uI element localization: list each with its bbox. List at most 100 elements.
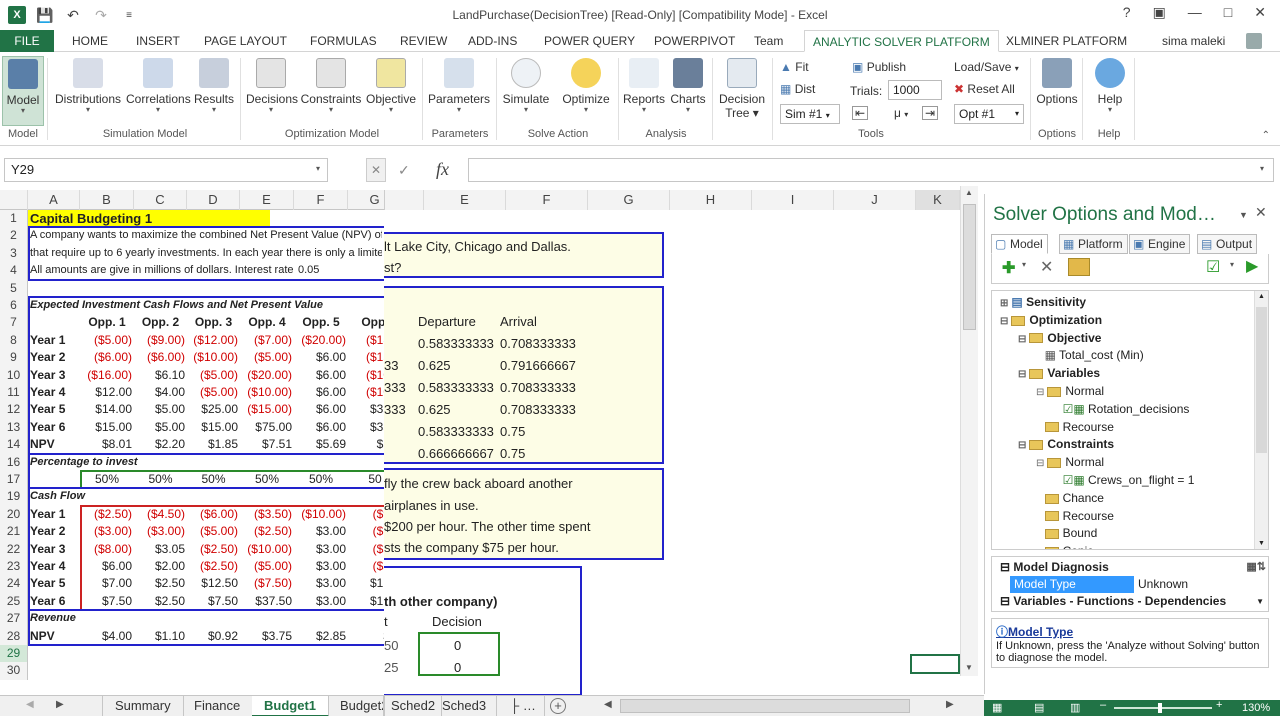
expand-icon[interactable]: ⊟ (1018, 369, 1026, 380)
column-header[interactable]: H (670, 190, 752, 210)
dist-button[interactable]: ▦ Dist (780, 82, 815, 96)
row-header[interactable]: 29 (0, 645, 28, 663)
arrival-cell[interactable]: 0.75 (500, 446, 525, 461)
delete-icon[interactable]: ✕ (1040, 257, 1053, 277)
pane-tab-platform[interactable]: ▦ Platform (1059, 234, 1128, 254)
zoom-in-icon[interactable]: + (1216, 699, 1222, 711)
tab-powerpivot[interactable]: POWERPIVOT (646, 30, 743, 52)
column-header[interactable]: E (424, 190, 506, 210)
hscroll-right-icon[interactable]: ▶ (946, 699, 954, 710)
row-header[interactable]: 2 (0, 227, 28, 245)
departure-cell[interactable]: 0.625 (418, 402, 451, 417)
scroll-down-icon[interactable]: ▼ (1258, 540, 1265, 547)
model-diagnosis-header[interactable]: ⊟ Model Diagnosis ▦⇅ (1000, 559, 1270, 576)
decision-value[interactable]: 0 (454, 660, 461, 675)
row-header[interactable]: 20 (0, 505, 28, 524)
optimize-button[interactable]: Optimize ▾ (560, 56, 612, 126)
formula-input[interactable] (468, 158, 1274, 182)
chevron-down-icon[interactable]: ▾ (316, 164, 320, 173)
tab-xlminer-platform[interactable]: XLMINER PLATFORM (998, 30, 1135, 52)
arrival-cell[interactable]: 0.708333333 (500, 336, 576, 351)
refresh-model-icon[interactable] (1068, 258, 1090, 276)
worksheet-budget1[interactable]: A B C D E F G 1 2 3 4 5 6 7 8 9 10 11 12 13 14 16 17 19 2… (0, 190, 384, 695)
expand-icon[interactable]: ⊞ (1000, 298, 1008, 309)
row-header[interactable]: 4 (0, 262, 28, 280)
tree-node[interactable]: ☑▦ Rotation_decisions (1054, 402, 1190, 416)
expand-icon[interactable] (1036, 351, 1042, 362)
cancel-icon[interactable]: ✕ (366, 158, 386, 182)
row-header[interactable]: 16 (0, 453, 28, 471)
row-header[interactable]: 30 (0, 662, 28, 680)
zoom-slider[interactable] (1114, 707, 1212, 709)
tab-power-query[interactable]: POWER QUERY (536, 30, 643, 52)
reset-all-button[interactable]: ✖ Reset All (954, 82, 1015, 96)
normal-view-icon[interactable]: ▦ (992, 701, 1002, 714)
expand-icon[interactable] (1054, 405, 1060, 416)
expand-icon[interactable] (1054, 476, 1060, 487)
column-header[interactable]: C (134, 190, 187, 210)
tree-node[interactable]: ⊟ Normal (1036, 455, 1104, 469)
row-header[interactable]: 23 (0, 558, 28, 576)
column-header[interactable]: G (348, 190, 384, 210)
pane-tab-model[interactable]: ▢ Model (991, 234, 1048, 254)
avatar[interactable] (1246, 33, 1262, 49)
departure-cell[interactable]: 0.583333333 (418, 380, 494, 395)
tree-node[interactable]: ⊟ Normal (1036, 384, 1104, 398)
sheet-tab-finance[interactable]: Finance (182, 696, 254, 716)
departure-cell[interactable]: 0.666666667 (418, 446, 494, 461)
tab-scroll-right-icon[interactable]: ▶ (56, 699, 64, 710)
chevron-down-icon[interactable]: ▾ (1230, 260, 1234, 269)
departure-cell[interactable]: 0.625 (418, 358, 451, 373)
tree-node[interactable]: ⊞ ▤ Sensitivity (1000, 295, 1086, 309)
sheet-title[interactable]: Capital Budgeting 1 (28, 210, 270, 228)
objective-button[interactable]: Objective ▾ (366, 56, 416, 126)
decision-tree-button[interactable]: Decision Tree ▾ (716, 56, 768, 126)
sheet-tab-summary[interactable]: Summary (102, 696, 184, 716)
scroll-thumb[interactable] (1256, 307, 1267, 453)
row-header[interactable]: 22 (0, 540, 28, 558)
tree-node[interactable]: ⊟ Objective (1018, 331, 1101, 345)
scroll-up-icon[interactable]: ▲ (1258, 293, 1265, 300)
zoom-slider-thumb[interactable] (1158, 703, 1162, 713)
expand-icon[interactable]: ⊟ (1018, 440, 1026, 451)
tab-formulas[interactable]: FORMULAS (302, 30, 385, 52)
vertical-scrollbar[interactable]: ▲ ▼ (960, 186, 978, 676)
pane-tab-engine[interactable]: ▣ Engine (1129, 234, 1191, 254)
row-header[interactable]: 21 (0, 523, 28, 541)
tab-add-ins[interactable]: ADD-INS (460, 30, 525, 52)
row-header[interactable]: 1 (0, 210, 28, 228)
row-header[interactable]: 9 (0, 349, 28, 367)
zoom-out-icon[interactable]: – (1100, 699, 1106, 711)
expand-icon[interactable] (1036, 423, 1042, 434)
row-header[interactable]: 6 (0, 297, 28, 315)
row-header[interactable]: 13 (0, 418, 28, 437)
column-header[interactable]: E (240, 190, 294, 210)
expand-icon[interactable]: ⊟ (1018, 334, 1026, 345)
distributions-button[interactable]: Distributions ▾ (54, 56, 122, 126)
pane-menu-icon[interactable]: ▼ (1239, 210, 1248, 220)
tab-analytic-solver-platform[interactable]: ANALYTIC SOLVER PLATFORM (804, 30, 999, 52)
tree-node[interactable]: ☑▦ Crews_on_flight = 1 (1054, 473, 1195, 487)
scroll-up-icon[interactable]: ▲ (965, 188, 973, 197)
reports-button[interactable]: Reports ▾ (622, 56, 666, 126)
name-box[interactable]: Y29 (4, 158, 328, 182)
decision-value[interactable]: 0 (454, 638, 461, 653)
constraints-button[interactable]: Constraints ▾ (300, 56, 362, 126)
row-header[interactable]: 7 (0, 314, 28, 332)
pane-close-icon[interactable]: ✕ (1255, 204, 1267, 221)
column-header[interactable]: G (588, 190, 670, 210)
tree-node[interactable]: Recourse (1036, 509, 1114, 523)
variables-functions-dependencies-header[interactable]: ⊟ Variables - Functions - Dependencies ▼ (1000, 593, 1270, 610)
arrival-cell[interactable]: 0.708333333 (500, 402, 576, 417)
step-back-icon[interactable]: ⇤ (852, 106, 868, 120)
tab-insert[interactable]: INSERT (128, 30, 188, 52)
arrival-cell[interactable]: 0.791666667 (500, 358, 576, 373)
column-header[interactable]: A (28, 190, 80, 210)
row-header[interactable]: 19 (0, 488, 28, 506)
fit-button[interactable]: ▲ Fit (780, 60, 809, 74)
expand-formula-icon[interactable]: ▾ (1260, 164, 1264, 173)
step-forward-icon[interactable]: ⇥ (922, 106, 938, 120)
sort-icon[interactable]: ▦⇅ (1246, 559, 1266, 576)
zoom-level[interactable]: 130% (1242, 702, 1270, 714)
user-name[interactable]: sima maleki (1154, 30, 1233, 52)
